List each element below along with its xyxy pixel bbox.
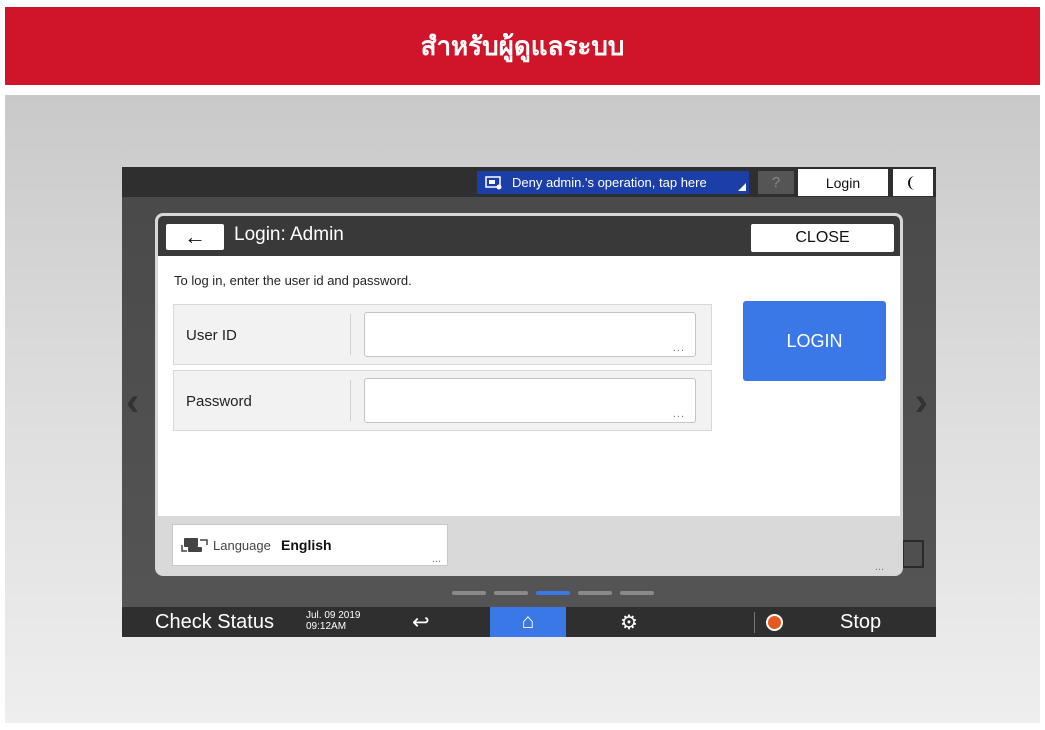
corner-indicator-icon [738, 183, 746, 191]
language-label: Language [213, 538, 271, 553]
password-more-icon: ... [672, 408, 685, 420]
password-row: Password ... [173, 370, 712, 431]
stop-icon[interactable] [766, 614, 783, 631]
help-button[interactable]: ? [758, 171, 794, 194]
language-more-icon: ... [431, 553, 441, 565]
page-dot[interactable] [578, 591, 612, 595]
deny-admin-label: Deny admin.'s operation, tap here [512, 175, 707, 190]
language-selector[interactable]: Language English ... [172, 524, 448, 566]
user-id-more-icon: ... [672, 342, 685, 354]
home-icon: ⌂ [521, 610, 535, 633]
user-id-input[interactable]: ... [364, 312, 696, 357]
date-text: Jul. 09 2019 [306, 610, 361, 621]
moon-icon [908, 175, 915, 190]
login-submit-button[interactable]: LOGIN [743, 301, 886, 381]
dialog-header: ← Login: Admin CLOSE [158, 216, 900, 256]
scroll-right-arrow-icon[interactable]: › [915, 380, 928, 425]
language-value: English [281, 537, 332, 553]
date-time: Jul. 09 2019 09:12AM [306, 610, 361, 632]
user-id-label: User ID [186, 327, 237, 344]
device-screen: Deny admin.'s operation, tap here ? Logi… [122, 167, 936, 637]
app-grid-icon [902, 540, 924, 568]
return-icon[interactable]: ↩ [412, 610, 430, 635]
close-label: CLOSE [795, 229, 850, 246]
password-label: Password [186, 393, 252, 410]
login-top-label: Login [825, 174, 861, 191]
back-arrow-icon: ← [184, 224, 206, 249]
language-icon [181, 538, 208, 552]
login-submit-label: LOGIN [786, 330, 843, 351]
field-divider [350, 380, 351, 421]
screen-user-icon [485, 175, 502, 189]
page-dot[interactable] [452, 591, 486, 595]
settings-gear-icon[interactable]: ⚙ [620, 610, 638, 635]
bar-divider [754, 612, 755, 633]
check-status-button[interactable]: Check Status [155, 611, 274, 634]
page-dot[interactable] [494, 591, 528, 595]
top-bar: Deny admin.'s operation, tap here ? Logi… [122, 167, 936, 197]
close-button[interactable]: CLOSE [751, 224, 894, 252]
password-input[interactable]: ... [364, 378, 696, 423]
back-button[interactable]: ← [166, 224, 224, 250]
login-instruction: To log in, enter the user id and passwor… [174, 273, 412, 288]
dialog-title: Login: Admin [234, 224, 344, 245]
page-dot-active[interactable] [536, 591, 570, 595]
time-text: 09:12AM [306, 621, 347, 632]
scroll-left-arrow-icon[interactable]: ‹ [126, 380, 139, 425]
deny-admin-operation-button[interactable]: Deny admin.'s operation, tap here [477, 171, 749, 194]
energy-saver-button[interactable] [893, 169, 933, 196]
user-id-row: User ID ... [173, 304, 712, 365]
banner: สำหรับผู้ดูแลระบบ [5, 7, 1040, 85]
login-dialog: ← Login: Admin CLOSE To log in, enter th… [155, 213, 903, 576]
page-dot[interactable] [620, 591, 654, 595]
dialog-footer: Language English ... ... [158, 516, 900, 573]
field-divider [350, 314, 351, 355]
page-indicator [452, 591, 654, 595]
banner-title: สำหรับผู้ดูแลระบบ [420, 31, 625, 62]
home-button[interactable]: ⌂ [490, 607, 566, 637]
stop-button[interactable]: Stop [840, 611, 881, 634]
login-button-top[interactable]: Login [798, 169, 888, 196]
bottom-bar: Check Status Jul. 09 2019 09:12AM ↩ ⌂ ⚙ … [122, 607, 936, 637]
help-label: ? [771, 174, 781, 191]
footer-more-icon[interactable]: ... [875, 561, 884, 573]
